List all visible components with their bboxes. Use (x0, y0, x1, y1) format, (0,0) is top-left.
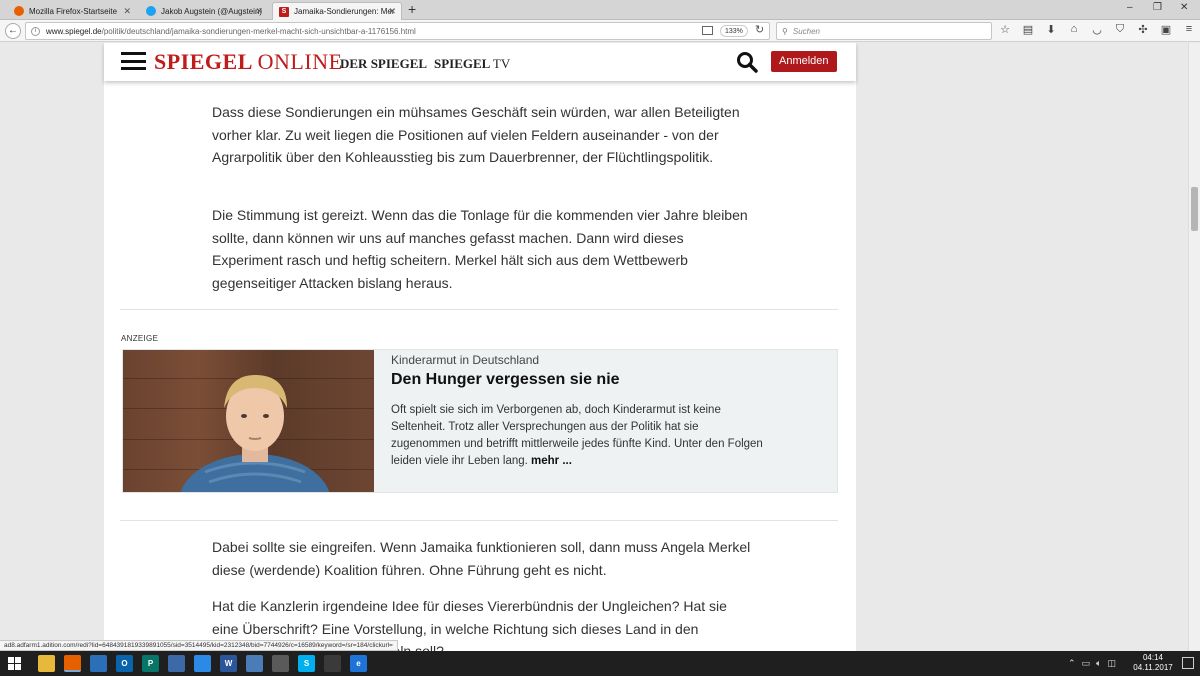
download-icon[interactable]: ⬇ (1044, 23, 1058, 39)
tab-firefox-start[interactable]: Mozilla Firefox-Startseite ✕ (8, 2, 136, 20)
calendar-icon[interactable] (90, 655, 107, 672)
search-icon: ⚲ (782, 26, 788, 36)
firefox-icon[interactable] (64, 655, 81, 672)
globe-app-icon[interactable] (246, 655, 263, 672)
network-icon[interactable]: ▭ (1082, 658, 1091, 669)
windows-start-icon[interactable] (8, 657, 21, 670)
twitter-icon (146, 6, 156, 16)
ad-text: Oft spielt sie sich im Verborgenen ab, d… (391, 402, 771, 470)
spiegel-favicon: S (279, 6, 289, 17)
volume-icon[interactable]: 🔈︎ (1096, 658, 1101, 669)
taskbar: OP W Se ⌃ ▭ 🔈︎ ◫ 04:14 04.11.2017 (0, 651, 1200, 676)
ad-title[interactable]: Den Hunger vergessen sie nie (391, 371, 620, 389)
badge-extension-icon[interactable]: ▣ (1159, 23, 1173, 39)
hamburger-menu-icon[interactable] (121, 52, 146, 70)
article-paragraph: Die Stimmung ist gereizt. Wenn das die T… (212, 207, 748, 291)
divider (120, 520, 838, 521)
close-icon[interactable]: ✕ (388, 6, 396, 17)
tab-jakob-augstein[interactable]: Jakob Augstein (@Augstein) ✕ (140, 2, 268, 20)
info-icon[interactable]: i (31, 26, 40, 36)
search-placeholder: Suchen (792, 26, 820, 36)
article-paragraph: Dabei sollte sie eingreifen. Wenn Jamaik… (212, 539, 751, 578)
search-icon[interactable] (736, 51, 758, 73)
close-icon[interactable]: ✕ (123, 6, 131, 17)
tab-bar: Mozilla Firefox-Startseite ✕ Jakob Augst… (0, 0, 1200, 20)
gallery-icon[interactable] (168, 655, 185, 672)
logo-spiegel: SPIEGEL (154, 49, 252, 74)
spiegel-tv-link[interactable]: SPIEGEL TV (434, 56, 510, 72)
spiegel-tv-suffix: TV (492, 56, 511, 71)
publisher-icon[interactable]: P (142, 655, 159, 672)
site-header: SPIEGEL ONLINE DER SPIEGEL SPIEGEL TV An… (104, 43, 856, 81)
ad-kicker[interactable]: Kinderarmut in Deutschland (391, 353, 539, 367)
article-paragraph: Dass diese Sondierungen ein mühsames Ges… (212, 104, 740, 165)
tab-label: Mozilla Firefox-Startseite (29, 6, 118, 16)
search-input[interactable]: ⚲ Suchen (776, 22, 992, 40)
library-icon[interactable]: ▤ (1021, 23, 1035, 39)
ad-text-body: Oft spielt sie sich im Verborgenen ab, d… (391, 404, 763, 467)
ad-more-link[interactable]: mehr ... (531, 455, 572, 467)
chevron-up-icon[interactable]: ⌃ (1068, 658, 1076, 669)
login-button[interactable]: Anmelden (771, 51, 837, 72)
menu-icon[interactable]: ≡ (1182, 23, 1196, 39)
word-icon[interactable]: W (220, 655, 237, 672)
reader-view-icon[interactable] (702, 26, 713, 35)
file-explorer-icon[interactable] (38, 655, 55, 672)
ad-teaser[interactable]: Kinderarmut in Deutschland Den Hunger ve… (122, 349, 838, 493)
taskbar-clock[interactable]: 04:14 04.11.2017 (1130, 653, 1176, 673)
url-bar[interactable]: i www.spiegel.de/politik/deutschland/jam… (25, 22, 770, 40)
skype-icon[interactable]: S (298, 655, 315, 672)
minimize-button[interactable]: – (1127, 2, 1133, 13)
home-icon[interactable]: ⌂ (1067, 23, 1081, 39)
outlook-icon[interactable]: O (116, 655, 133, 672)
pin-app-icon[interactable] (272, 655, 289, 672)
dropbox-icon[interactable] (194, 655, 211, 672)
system-tray: ⌃ ▭ 🔈︎ ◫ (1068, 658, 1116, 669)
logo-online: ONLINE (257, 49, 343, 74)
navigation-bar: ← i www.spiegel.de/politik/deutschland/j… (0, 20, 1200, 42)
spiegel-online-logo[interactable]: SPIEGEL ONLINE (154, 49, 343, 75)
close-icon[interactable]: ✕ (255, 6, 263, 17)
firefox-icon (14, 6, 24, 16)
clock-time: 04:14 (1142, 653, 1164, 662)
reload-icon[interactable]: ↻ (755, 23, 764, 36)
divider (120, 309, 838, 310)
der-spiegel-link[interactable]: DER SPIEGEL (340, 56, 427, 72)
ad-label: ANZEIGE (121, 334, 159, 343)
url-host: www.spiegel.de (46, 26, 102, 36)
tab-label: Jamaika-Sondierungen: Mer (294, 7, 395, 16)
pocket-icon[interactable]: ◡ (1090, 23, 1104, 39)
web-page: SPIEGEL ONLINE DER SPIEGEL SPIEGEL TV An… (0, 43, 1188, 651)
language-icon[interactable]: ◫ (1107, 658, 1116, 669)
scrollbar-thumb[interactable] (1191, 187, 1198, 231)
clock-date: 04.11.2017 (1133, 663, 1173, 672)
back-button[interactable]: ← (5, 23, 21, 39)
ad-photo-boy[interactable] (123, 350, 374, 492)
tab-label: Jakob Augstein (@Augstein) (161, 6, 263, 16)
tab-jamaika-sondierungen[interactable]: S Jamaika-Sondierungen: Mer ✕ (272, 2, 402, 20)
media-app-icon[interactable] (324, 655, 341, 672)
extension-icon[interactable]: ✣ (1136, 23, 1150, 39)
shield-icon[interactable]: ⛉ (1113, 23, 1127, 39)
zoom-level[interactable]: 133% (720, 25, 748, 37)
toolbar-icons: ☆ ▤ ⬇ ⌂ ◡ ⛉ ✣ ▣ ≡ (998, 23, 1196, 39)
window-close-button[interactable]: ✕ (1180, 2, 1188, 13)
status-link-url: ad8.adfarm1.adition.com/redi?lid=6484391… (0, 640, 398, 651)
page-scrollbar[interactable] (1188, 43, 1200, 651)
spiegel-tv-word: SPIEGEL (434, 56, 490, 71)
edge-icon[interactable]: e (350, 655, 367, 672)
maximize-button[interactable]: ❐ (1153, 2, 1162, 13)
bookmark-star-icon[interactable]: ☆ (998, 23, 1012, 39)
notification-center-icon[interactable] (1182, 657, 1194, 669)
new-tab-button[interactable]: + (408, 1, 416, 17)
url-path: /politik/deutschland/jamaika-sondierunge… (101, 26, 416, 36)
